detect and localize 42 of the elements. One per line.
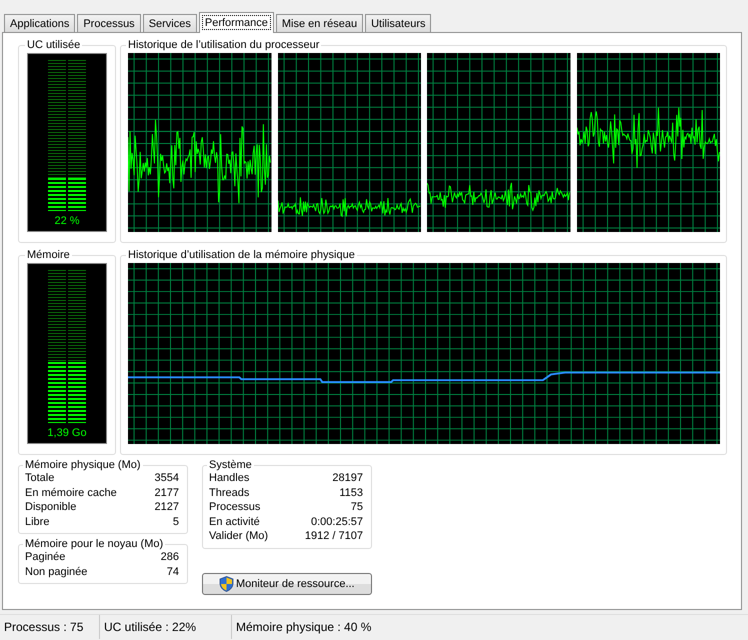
stat-value: 3554 (154, 471, 179, 486)
tab[interactable]: Services (142, 14, 197, 32)
resource-monitor-button[interactable]: Moniteur de ressource... (202, 572, 372, 594)
cpu-reading: 22 % (54, 215, 80, 227)
stat-label: Processus (209, 500, 260, 514)
group-title: UC utilisée (26, 39, 82, 51)
stat-value: 2177 (154, 486, 179, 500)
tab[interactable]: Performance (198, 12, 274, 33)
tab[interactable]: Utilisateurs (365, 14, 432, 32)
stat-label: Threads (209, 486, 250, 500)
stat-label: Paginée (25, 550, 66, 564)
shield-icon (219, 576, 234, 592)
status-text: Mémoire physique : 40 % (235, 619, 372, 636)
stat-value: 5 (172, 514, 179, 529)
stat-value: 2127 (154, 500, 179, 514)
stat-label: Libre (25, 514, 50, 529)
stat-label: Handles (209, 471, 250, 486)
stat-value: 286 (160, 550, 179, 564)
status-text: Processus : 75 (0, 615, 100, 639)
group-title: Mémoire physique (Mo) (24, 459, 142, 471)
stat-value: 75 (350, 500, 363, 514)
stat-label: En activité (209, 514, 260, 529)
tab[interactable]: Processus (77, 14, 141, 32)
tab[interactable]: Applications (4, 14, 76, 32)
status-text: UC utilisée : 22% (100, 615, 232, 639)
memory-reading: 1,39 Go (47, 427, 87, 439)
group-title: Mémoire (26, 249, 71, 261)
stat-label: En mémoire cache (25, 486, 117, 500)
stat-value: 74 (166, 564, 179, 579)
group-title: Système (208, 459, 253, 471)
group-title: Historique de l’utilisation du processeur (127, 39, 320, 51)
stat-value: 0:00:25:57 (311, 514, 363, 529)
group-title: Mémoire pour le noyau (Mo) (24, 538, 164, 550)
stat-label: Totale (25, 471, 54, 486)
stat-label: Valider (Mo) (209, 529, 268, 544)
stat-value: 28197 (332, 471, 363, 486)
stat-value: 1912 / 7107 (304, 529, 363, 544)
stat-value: 1153 (339, 486, 363, 500)
group-title: Historique d’utilisation de la mémoire physique (127, 249, 356, 261)
stat-label: Non paginée (25, 564, 88, 579)
tab[interactable]: Mise en réseau (276, 14, 364, 32)
stat-label: Disponible (25, 500, 76, 514)
